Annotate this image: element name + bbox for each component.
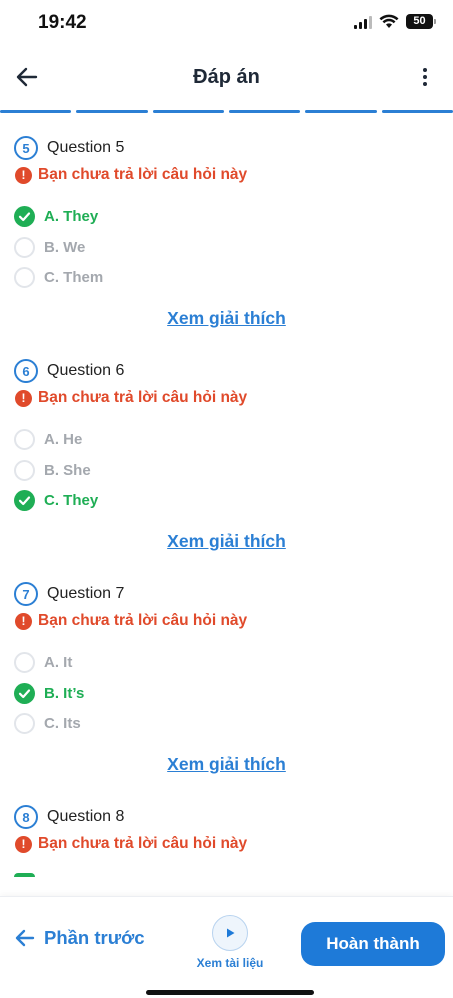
bottom-action-bar: Phần trước Xem tài liệu Hoàn thành: [0, 896, 453, 998]
question-title: Question 6: [47, 362, 125, 379]
option-label: A. They: [44, 207, 99, 225]
answer-option: B. It’s: [14, 682, 84, 704]
warning-icon: !: [15, 166, 32, 184]
previous-section-label: Phần trước: [44, 927, 145, 948]
radio-empty-icon: [14, 236, 35, 258]
answer-option: B. We: [14, 236, 85, 258]
warning-text: Bạn chưa trả lời câu hỏi này: [38, 612, 248, 629]
page-title: Đáp án: [193, 66, 260, 88]
home-indicator: [146, 990, 314, 995]
unanswered-warning: ! Bạn chưa trả lời câu hỏi này: [15, 389, 247, 407]
radio-empty-icon: [14, 712, 35, 734]
answer-option: B. She: [14, 459, 91, 481]
view-document-button[interactable]: Xem tài liệu: [190, 915, 270, 970]
unanswered-warning: ! Bạn chưa trả lời câu hỏi này: [15, 835, 247, 853]
radio-empty-icon: [14, 459, 35, 481]
status-icons: 50: [354, 14, 436, 29]
radio-empty-icon: [14, 428, 35, 450]
view-explanation-link[interactable]: Xem giải thích: [0, 308, 453, 329]
warning-text: Bạn chưa trả lời câu hỏi này: [38, 389, 248, 406]
warning-icon: !: [15, 612, 32, 630]
question-number-badge: 8: [14, 805, 38, 829]
check-icon: [14, 205, 35, 227]
finish-button[interactable]: Hoàn thành: [301, 922, 445, 966]
option-label: A. He: [44, 430, 83, 448]
progress-segment[interactable]: [152, 110, 224, 113]
progress-segment[interactable]: [0, 110, 72, 113]
play-icon: [212, 915, 248, 951]
answer-option: C. They: [14, 489, 98, 511]
unanswered-warning: ! Bạn chưa trả lời câu hỏi này: [15, 166, 247, 184]
progress-segment[interactable]: [228, 110, 301, 113]
option-label: B. We: [44, 238, 86, 256]
radio-empty-icon: [14, 651, 35, 673]
arrow-left-icon: [15, 929, 35, 947]
check-icon: [14, 682, 35, 704]
cellular-signal-icon: [354, 15, 372, 29]
question-title: Question 8: [47, 808, 125, 825]
answer-option: A. He: [14, 428, 82, 450]
question-header: 8 Question 8: [14, 805, 124, 829]
view-explanation-link[interactable]: Xem giải thích: [0, 754, 453, 775]
view-explanation-link[interactable]: Xem giải thích: [0, 531, 453, 552]
answer-option: C. Them: [14, 266, 103, 288]
status-time: 19:42: [38, 12, 87, 33]
option-label: B. It’s: [44, 684, 85, 702]
warning-text: Bạn chưa trả lời câu hỏi này: [38, 835, 248, 852]
check-icon: [14, 489, 35, 511]
question-title: Question 7: [47, 585, 125, 602]
question-title: Question 5: [47, 139, 125, 156]
question-header: 6 Question 6: [14, 359, 124, 383]
progress-segment[interactable]: [76, 110, 148, 113]
option-label: C. Its: [44, 714, 81, 732]
radio-empty-icon: [14, 266, 35, 288]
answer-option: C. Its: [14, 712, 81, 734]
unanswered-warning: ! Bạn chưa trả lời câu hỏi này: [15, 612, 247, 630]
question-header: 5 Question 5: [14, 136, 124, 160]
wifi-icon: [379, 14, 399, 28]
battery-icon: 50: [406, 14, 436, 29]
warning-text: Bạn chưa trả lời câu hỏi này: [38, 166, 248, 183]
more-options-icon[interactable]: [413, 64, 437, 90]
answer-option: A. They: [14, 205, 98, 227]
progress-segment[interactable]: [305, 110, 377, 113]
answer-option: A. It: [14, 651, 72, 673]
question-header: 7 Question 7: [14, 582, 124, 606]
view-document-label: Xem tài liệu: [196, 956, 264, 970]
question-number-badge: 7: [14, 582, 38, 606]
question-progress-tabs: [0, 110, 453, 113]
header: Đáp án: [0, 52, 453, 104]
progress-segment[interactable]: [381, 110, 453, 113]
check-icon: [14, 873, 35, 877]
option-label: B. She: [44, 461, 91, 479]
question-number-badge: 5: [14, 136, 38, 160]
option-label: C. Them: [44, 268, 104, 286]
status-bar: 19:42 50: [0, 0, 453, 48]
warning-icon: !: [15, 835, 32, 853]
warning-icon: !: [15, 389, 32, 407]
previous-section-button[interactable]: Phần trước: [14, 927, 145, 949]
question-number-badge: 6: [14, 359, 38, 383]
option-label: C. They: [44, 491, 99, 509]
option-label: A. It: [44, 653, 73, 671]
